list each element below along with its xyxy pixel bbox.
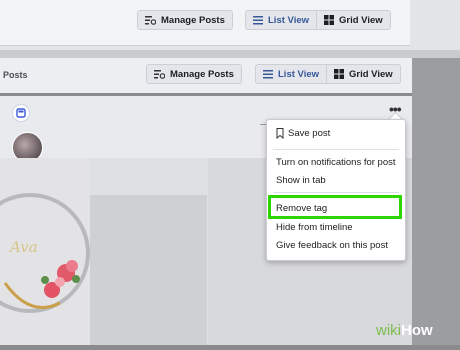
watermark-how: How — [401, 322, 433, 339]
manage-posts-icon — [145, 15, 157, 25]
post-photo-backdrop — [90, 195, 207, 345]
list-view-button[interactable]: List View — [255, 64, 328, 84]
wikihow-watermark: wikiHow — [376, 322, 433, 339]
top-manage-posts-button[interactable]: Manage Posts — [137, 10, 233, 30]
grid-view-label: Grid View — [349, 68, 393, 80]
grid-view-label: Grid View — [339, 14, 383, 26]
post-photo[interactable]: Ava — [0, 158, 90, 345]
manage-posts-label: Manage Posts — [161, 14, 225, 26]
menu-item-give-feedback[interactable]: Give feedback on this post — [276, 240, 388, 251]
manage-posts-label: Manage Posts — [170, 68, 234, 80]
manage-posts-button[interactable]: Manage Posts — [146, 64, 242, 84]
list-icon — [253, 15, 263, 25]
grid-view-button[interactable]: Grid View — [327, 64, 401, 84]
list-icon — [263, 69, 273, 79]
grid-icon — [324, 15, 335, 25]
page-gutter — [412, 58, 460, 345]
menu-divider — [273, 192, 399, 193]
menu-item-save-post[interactable]: Save post — [276, 128, 331, 140]
list-view-label: List View — [278, 68, 320, 80]
photo-caption: Ava — [10, 238, 38, 256]
grid-icon — [334, 69, 345, 79]
watermark-wiki: wiki — [376, 322, 401, 339]
save-post-label: Save post — [288, 128, 331, 139]
post-type-icon — [12, 104, 30, 122]
view-toggle: List View Grid View — [255, 64, 401, 84]
menu-item-remove-tag[interactable]: Remove tag — [276, 203, 327, 214]
list-view-label: List View — [268, 14, 310, 26]
post-options-menu: Save post Turn on notifications for post… — [266, 119, 406, 261]
menu-item-show-in-tab[interactable]: Show in tab — [276, 175, 326, 186]
bookmark-icon — [276, 128, 284, 140]
top-list-view-button[interactable]: List View — [245, 10, 318, 30]
menu-divider — [273, 149, 399, 150]
manage-posts-icon — [154, 69, 166, 79]
menu-item-turn-on-notifications[interactable]: Turn on notifications for post — [276, 157, 396, 168]
posts-title: Posts — [3, 70, 28, 80]
menu-item-hide-from-timeline[interactable]: Hide from timeline — [276, 222, 353, 233]
top-view-toggle: List View Grid View — [245, 10, 391, 30]
top-grid-view-button[interactable]: Grid View — [317, 10, 391, 30]
